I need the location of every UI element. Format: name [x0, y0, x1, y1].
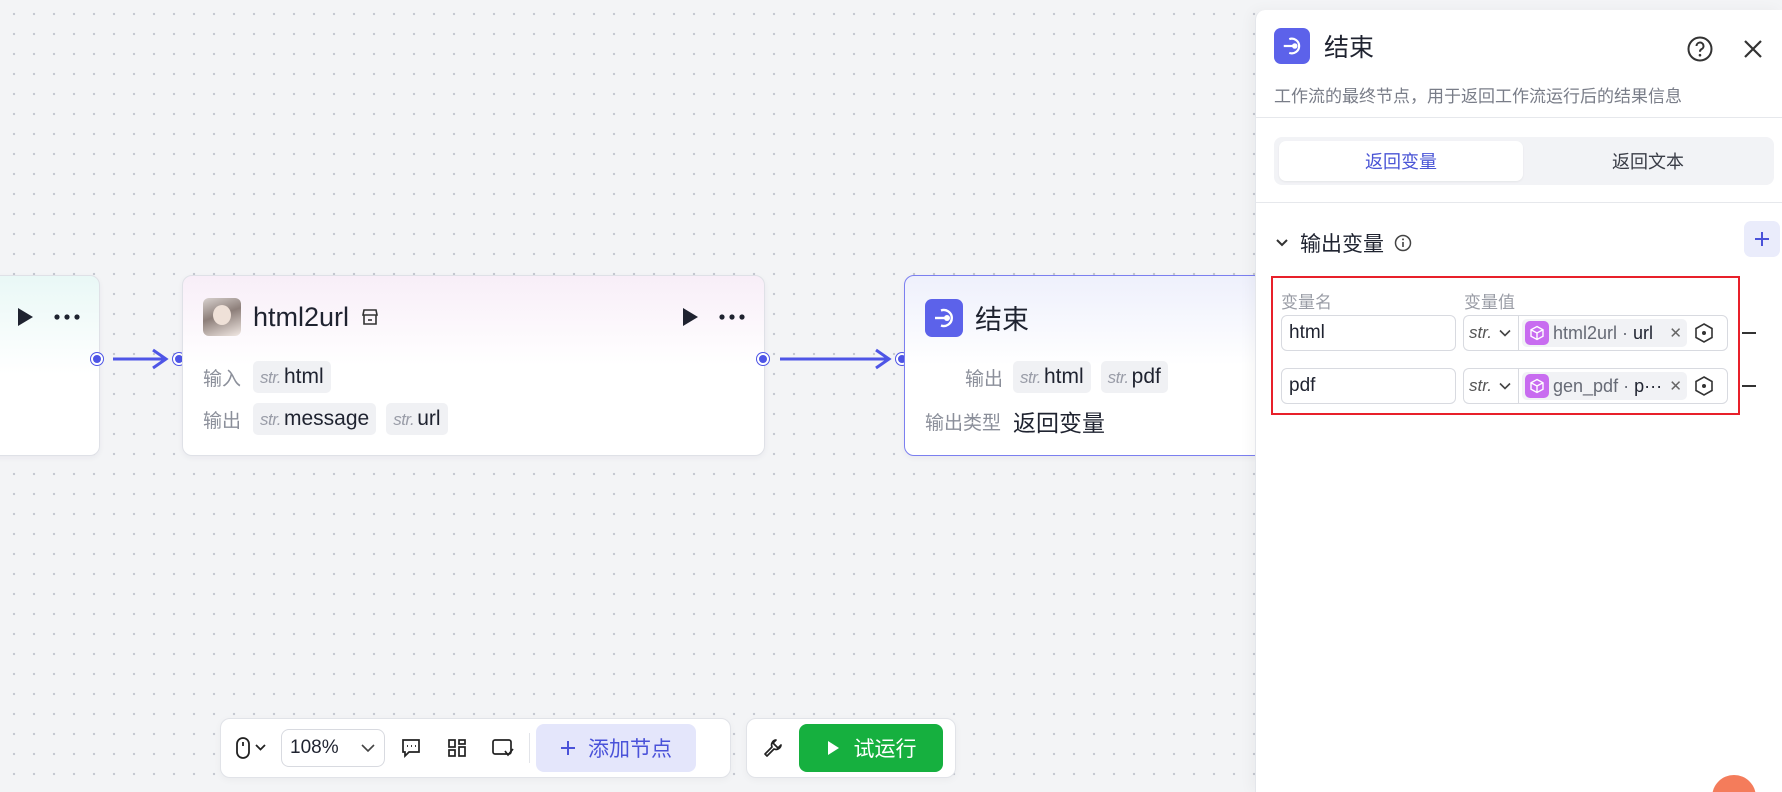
comment-icon — [402, 739, 420, 759]
layout-button[interactable] — [437, 728, 477, 768]
output-label: 输出 — [964, 368, 1003, 390]
plus-icon — [561, 741, 575, 755]
panel-title: 结束 — [1324, 34, 1375, 62]
grid-layout-icon — [448, 739, 466, 757]
add-node-label: 添加节点 — [588, 738, 672, 761]
return-mode-tabs: 返回变量 返回文本 — [1274, 137, 1774, 185]
zoom-value: 108% — [290, 737, 339, 758]
more-icon[interactable] — [718, 313, 746, 321]
chevron-down-icon[interactable] — [1274, 235, 1290, 251]
end-node-icon — [1274, 28, 1310, 64]
add-variable-button[interactable] — [1744, 221, 1780, 257]
output-port[interactable] — [91, 353, 103, 365]
html2url-node[interactable]: html2url 输入 str. html 输出 str. message str.… — [182, 275, 765, 456]
output-row: 输出 str. html str. pdf — [925, 361, 1168, 393]
output-row: 输出 str. message str. url — [203, 403, 448, 435]
add-node-button[interactable]: 添加节点 — [536, 724, 696, 772]
run-toolbar: 试运行 — [746, 718, 956, 778]
param-tag: str. pdf — [1100, 361, 1168, 393]
partial-node-actions — [15, 306, 81, 328]
store-icon — [362, 309, 379, 325]
divider — [1256, 202, 1782, 203]
settings-button[interactable] — [753, 728, 793, 768]
more-icon[interactable] — [53, 313, 81, 321]
minimap-icon — [492, 739, 514, 757]
canvas-toolbar: 108% 添加节点 — [220, 718, 731, 778]
wrench-icon — [764, 739, 782, 757]
end-node-icon — [925, 298, 963, 337]
zoom-select[interactable]: 108% — [281, 729, 385, 767]
info-icon[interactable] — [1394, 234, 1412, 252]
panel-description: 工作流的最终节点，用于返回工作流运行后的结果信息 — [1274, 87, 1682, 106]
tab-return-variables[interactable]: 返回变量 — [1279, 141, 1523, 181]
divider — [1256, 117, 1782, 118]
play-icon — [827, 741, 839, 755]
help-icon[interactable] — [1686, 35, 1714, 63]
output-type-row: 输出类型 返回变量 — [925, 404, 1105, 438]
play-icon[interactable] — [15, 306, 35, 328]
node-title: html2url — [253, 301, 350, 332]
play-icon[interactable] — [680, 306, 700, 328]
interaction-mode-select[interactable] — [227, 728, 275, 768]
output-type-label: 输出类型 — [925, 412, 1002, 434]
partial-node[interactable] — [0, 275, 100, 456]
input-label: 输入 — [203, 368, 242, 390]
comment-button[interactable] — [391, 728, 431, 768]
node-title: 结束 — [975, 305, 1029, 335]
output-variables-section: 输出变量 — [1274, 228, 1412, 258]
minimap-button[interactable] — [483, 728, 523, 768]
input-row: 输入 str. html — [203, 361, 331, 393]
param-tag: str. html — [253, 361, 331, 393]
tab-return-text[interactable]: 返回文本 — [1526, 141, 1770, 181]
plugin-avatar — [203, 298, 241, 336]
section-title: 输出变量 — [1300, 233, 1384, 256]
plus-icon — [1755, 232, 1769, 246]
edge-arrow — [780, 348, 892, 370]
param-tag: str. message — [253, 403, 377, 435]
remove-variable-button[interactable] — [1742, 332, 1756, 334]
output-type-value: 返回变量 — [1013, 410, 1105, 436]
end-node[interactable]: 结束 输出 str. html str. pdf 输出类型 返回变量 — [904, 275, 1264, 456]
output-port[interactable] — [757, 353, 769, 365]
toolbar-divider — [529, 733, 530, 763]
remove-variable-button[interactable] — [1742, 385, 1756, 387]
test-run-label: 试运行 — [853, 738, 917, 761]
param-tag: str. html — [1013, 361, 1091, 393]
chevron-down-icon — [361, 744, 375, 753]
output-label: 输出 — [203, 410, 242, 432]
edge-arrow — [113, 348, 169, 370]
close-icon[interactable] — [1739, 35, 1767, 63]
test-run-button[interactable]: 试运行 — [799, 724, 943, 772]
highlight-box — [1271, 276, 1740, 415]
param-tag: str. url — [386, 403, 448, 435]
mouse-icon — [236, 737, 266, 759]
